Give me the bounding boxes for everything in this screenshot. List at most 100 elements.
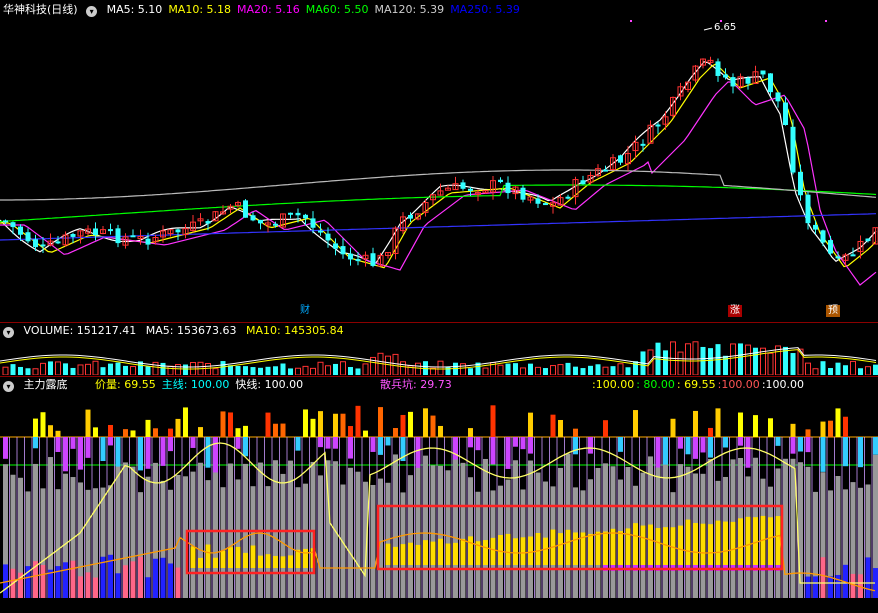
top-bar	[423, 408, 428, 437]
sub-bar	[738, 437, 743, 446]
yellow-bar	[273, 555, 278, 568]
grey-bar	[558, 467, 563, 598]
top-bar	[835, 408, 841, 437]
grey-bar	[783, 458, 788, 598]
sub-bar	[243, 437, 248, 457]
event-marker-0[interactable]: 财	[298, 305, 312, 317]
top-bar	[33, 418, 38, 437]
candle-body	[580, 180, 586, 185]
candlestick-chart[interactable]	[0, 0, 878, 317]
top-bar	[280, 423, 286, 437]
signal-dot	[825, 20, 827, 22]
bottom-bar	[123, 565, 128, 598]
candle-body	[333, 243, 338, 249]
volume-bar	[565, 362, 571, 375]
yellow-bar	[730, 521, 736, 565]
volume-bar	[92, 360, 99, 375]
yellow-bar	[543, 537, 548, 565]
candle-body	[813, 224, 818, 230]
indicator-item-0: 价量: 69.55	[95, 378, 156, 391]
volume-bar	[212, 368, 219, 375]
candle-body	[543, 203, 548, 206]
sub-bar	[513, 437, 518, 447]
sub-bar	[520, 437, 526, 450]
volume-bar	[580, 368, 586, 375]
yellow-bar	[198, 557, 203, 568]
volume-bar	[2, 366, 9, 375]
volume-bar	[115, 362, 121, 375]
event-marker-2[interactable]: 预	[826, 305, 840, 317]
candle-body	[33, 239, 38, 248]
yellow-bar	[213, 557, 218, 568]
volume-bar	[273, 366, 278, 375]
candle-body	[288, 212, 293, 215]
volume-bar	[625, 367, 631, 375]
volume-bar	[40, 362, 46, 375]
sub-bar	[708, 437, 713, 458]
sub-bar	[115, 437, 121, 467]
sub-bar	[168, 437, 173, 452]
volume-bar	[205, 363, 211, 375]
sub-bar	[160, 437, 166, 466]
top-bar	[468, 428, 473, 437]
volume-bar	[392, 353, 399, 375]
yellow-bar	[393, 546, 398, 565]
grey-bar	[265, 486, 271, 598]
sub-bar	[190, 437, 196, 448]
yellow-bar	[700, 523, 706, 565]
yellow-bar	[655, 528, 661, 565]
volume-bar	[767, 352, 774, 375]
top-bar	[85, 409, 91, 437]
yellow-bar	[603, 531, 608, 565]
volume-bar	[557, 364, 564, 375]
volume-bar	[167, 365, 174, 375]
volume-bar	[280, 363, 286, 375]
top-bar	[393, 428, 398, 437]
volume-bar	[317, 361, 324, 375]
sub-bar	[798, 437, 803, 452]
candle-body	[295, 212, 301, 216]
volume-chart[interactable]	[0, 339, 878, 375]
yellow-bar	[633, 523, 638, 565]
candle-body	[850, 254, 856, 257]
indicator-chart[interactable]	[0, 393, 878, 611]
yellow-bar	[265, 554, 271, 568]
yellow-bar	[385, 543, 391, 565]
grey-bar	[565, 453, 571, 598]
top-bar	[805, 429, 811, 437]
sub-bar	[775, 437, 781, 446]
top-bar	[400, 414, 406, 437]
volume-options-icon[interactable]: ▾	[3, 327, 14, 338]
bottom-bar	[115, 573, 121, 598]
volume-bar	[437, 360, 444, 375]
volume-bar	[528, 363, 533, 375]
top-bar	[333, 413, 338, 437]
candle-body	[828, 240, 833, 254]
candle-body	[10, 222, 16, 228]
sub-bar	[348, 437, 353, 459]
event-marker-1[interactable]: 涨	[728, 305, 742, 317]
volume-bar	[108, 363, 113, 375]
volume-bar	[385, 355, 391, 375]
sub-bar	[490, 437, 496, 465]
top-bar	[603, 420, 608, 437]
candle-body	[835, 256, 841, 259]
yellow-bar	[648, 524, 653, 565]
indicator-options-icon[interactable]: ▾	[3, 381, 14, 392]
volume-bar	[873, 364, 878, 375]
volume-bar	[63, 363, 68, 375]
volume-bar	[633, 361, 638, 375]
ma20-line	[0, 81, 877, 286]
top-bar	[175, 418, 181, 437]
yellow-bar	[715, 520, 721, 565]
candle-body	[535, 198, 541, 204]
grey-bar	[205, 480, 211, 598]
indicator-right-value-3: :100.00	[717, 378, 760, 391]
grey-bar	[603, 463, 608, 598]
volume-ma10: MA10: 145305.84	[245, 324, 344, 337]
grey-bar	[423, 455, 428, 598]
candle-body	[108, 229, 113, 232]
grey-bar	[445, 470, 451, 598]
candle-body	[745, 77, 751, 84]
top-bar	[355, 405, 361, 437]
